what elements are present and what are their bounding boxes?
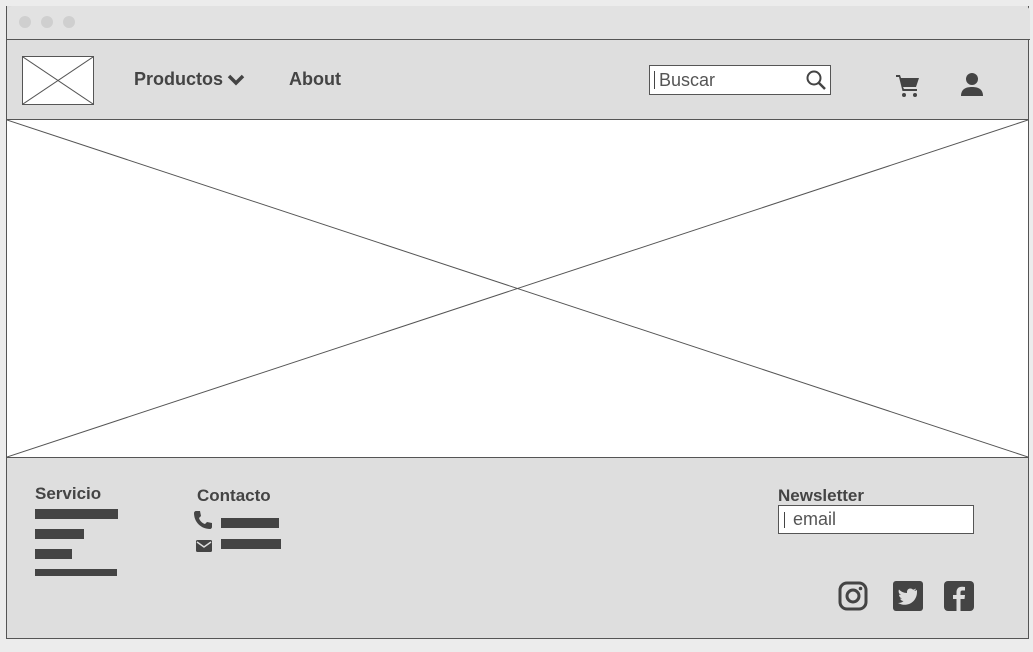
nav-about[interactable]: About bbox=[289, 69, 341, 90]
browser-window: Productos About Buscar Servicio Contacto… bbox=[6, 6, 1030, 639]
nav-products[interactable]: Productos bbox=[134, 69, 245, 90]
instagram-icon[interactable] bbox=[838, 581, 868, 616]
logo-image-placeholder-icon bbox=[23, 57, 93, 104]
search-input[interactable] bbox=[659, 68, 799, 92]
window-minimize-dot[interactable] bbox=[41, 16, 53, 28]
cart-icon[interactable] bbox=[895, 73, 921, 104]
mail-icon bbox=[196, 539, 212, 557]
nav-products-label: Productos bbox=[134, 69, 224, 89]
facebook-icon[interactable] bbox=[944, 581, 974, 616]
twitter-icon[interactable] bbox=[893, 581, 923, 616]
logo-placeholder[interactable] bbox=[22, 56, 94, 105]
image-placeholder-icon bbox=[7, 120, 1028, 457]
newsletter-email-box[interactable] bbox=[778, 505, 974, 534]
contact-phone-value[interactable] bbox=[221, 518, 279, 528]
window-maximize-dot[interactable] bbox=[63, 16, 75, 28]
contact-heading: Contacto bbox=[197, 486, 271, 505]
footer: Servicio Contacto Newsletter bbox=[7, 458, 1028, 638]
service-link-4[interactable] bbox=[35, 569, 117, 576]
service-link-1[interactable] bbox=[35, 509, 118, 519]
contact-email-value[interactable] bbox=[221, 539, 281, 549]
newsletter-caret bbox=[784, 512, 785, 528]
window-close-dot[interactable] bbox=[19, 16, 31, 28]
navbar: Productos About bbox=[7, 40, 1028, 120]
service-heading: Servicio bbox=[35, 484, 102, 503]
phone-icon bbox=[193, 510, 213, 535]
search-box[interactable] bbox=[649, 65, 831, 95]
newsletter-email-input[interactable] bbox=[793, 508, 963, 530]
search-icon[interactable] bbox=[805, 69, 827, 96]
chevron-down-icon bbox=[227, 73, 245, 87]
user-icon[interactable] bbox=[959, 72, 985, 103]
service-link-2[interactable] bbox=[35, 529, 84, 539]
nav-about-label: About bbox=[289, 69, 341, 89]
hero-image-placeholder bbox=[7, 120, 1028, 458]
title-bar bbox=[7, 6, 1030, 40]
search-caret bbox=[654, 71, 655, 89]
newsletter-heading: Newsletter bbox=[778, 486, 864, 505]
service-link-3[interactable] bbox=[35, 549, 72, 559]
